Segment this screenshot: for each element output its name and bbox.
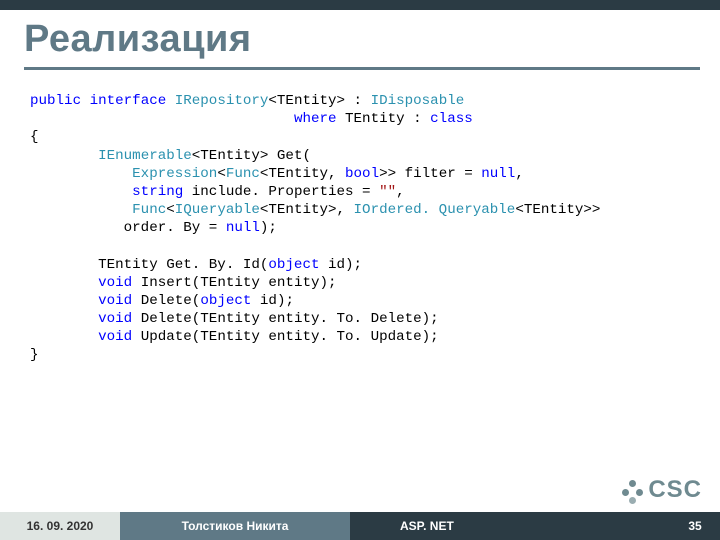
type-func2: Func [132,202,166,218]
kw-void3: void [98,311,132,327]
footer-topic: ASP. NET [350,512,670,540]
type-expression: Expression [132,166,217,182]
logo-text: CSC [648,476,702,504]
kw-where: where [294,111,337,127]
footer-author: Толстиков Никита [120,512,350,540]
type-idisposable: IDisposable [371,93,465,109]
footer: 16. 09. 2020 Толстиков Никита ASP. NET 3… [0,512,720,540]
kw-void4: void [98,329,132,345]
type-ienumerable: IEnumerable [98,148,192,164]
slide-title: Реализация [24,18,700,61]
kw-null2: null [226,220,260,236]
logo: CSC [620,476,702,504]
kw-public: public [30,93,81,109]
str-empty: "" [379,184,396,200]
kw-class: class [430,111,473,127]
title-underline [24,67,700,70]
top-bar [0,0,720,10]
footer-page-number: 35 [670,512,720,540]
type-iqueryable: IQueryable [175,202,260,218]
type-func: Func [226,166,260,182]
kw-void2: void [98,293,132,309]
type-irepository: IRepository [175,93,269,109]
kw-string: string [132,184,183,200]
kw-void1: void [98,275,132,291]
title-wrap: Реализация [0,10,720,74]
footer-date: 16. 09. 2020 [0,512,120,540]
kw-object2: object [200,293,251,309]
logo-icon [620,477,646,503]
kw-bool: bool [345,166,379,182]
type-iorderedqueryable: IOrdered. Queryable [354,202,516,218]
code-block: public interface IRepository<TEntity> : … [0,74,720,540]
kw-null: null [481,166,515,182]
slide: Реализация public interface IRepository<… [0,0,720,540]
kw-object: object [268,257,319,273]
kw-interface: interface [90,93,167,109]
